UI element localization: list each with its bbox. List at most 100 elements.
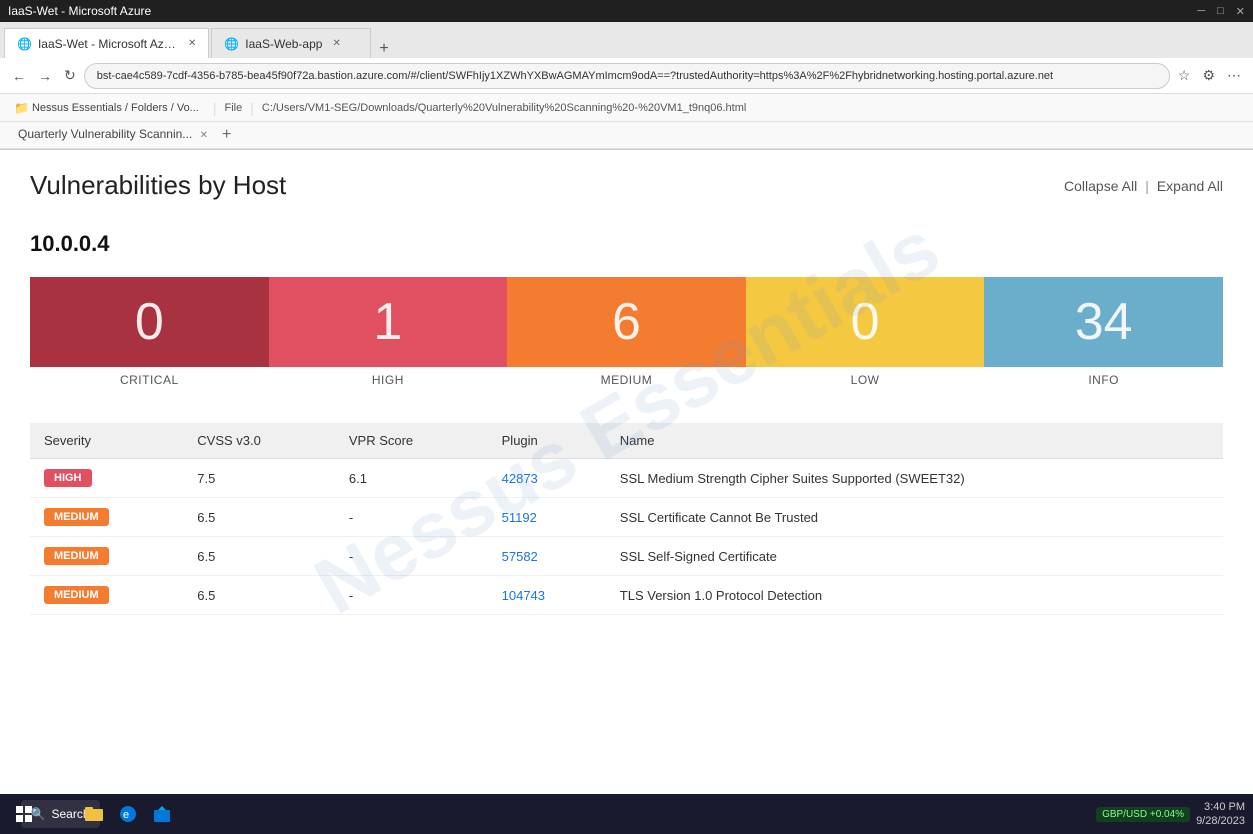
- forward-button[interactable]: →: [34, 66, 56, 86]
- cell-plugin-1[interactable]: 51192: [488, 498, 606, 537]
- address-input[interactable]: [84, 63, 1170, 89]
- info-box: 34: [984, 277, 1223, 367]
- sec-tab-label: Quarterly Vulnerability Scannin...: [18, 127, 192, 141]
- cell-name-1: SSL Certificate Cannot Be Trusted: [606, 498, 1223, 537]
- high-count: 1: [373, 292, 402, 352]
- bookmark-button[interactable]: ☆: [1174, 65, 1195, 86]
- cell-name-0: SSL Medium Strength Cipher Suites Suppor…: [606, 459, 1223, 498]
- collapse-all-button[interactable]: Collapse All: [1064, 178, 1137, 194]
- host-section: 10.0.0.4 0 CRITICAL 1 HIGH 6 MEDIUM: [30, 231, 1223, 615]
- controls-divider: |: [1145, 178, 1149, 194]
- critical-label: CRITICAL: [120, 367, 179, 393]
- high-label: HIGH: [372, 367, 404, 393]
- tab-label-inactive: IaaS-Web-app: [245, 37, 322, 51]
- cell-vpr-1: -: [335, 498, 488, 537]
- cell-cvss-0: 7.5: [183, 459, 335, 498]
- add-tab-button[interactable]: +: [222, 126, 231, 144]
- clock-time: 3:40 PM: [1196, 800, 1245, 814]
- browser-chrome: IaaS-Wet - Microsoft Azure ─ □ ✕ 🌐 IaaS-…: [0, 0, 1253, 150]
- plugin-link-3[interactable]: 104743: [502, 588, 545, 603]
- table-row: HIGH 7.5 6.1 42873 SSL Medium Strength C…: [30, 459, 1223, 498]
- plugin-link-1[interactable]: 51192: [502, 510, 537, 525]
- taskbar-store[interactable]: [146, 798, 178, 830]
- main-content: Vulnerabilities by Host Collapse All | E…: [0, 150, 1253, 665]
- tab-active[interactable]: 🌐 IaaS-Wet - Microsoft Azure ✕: [4, 28, 209, 58]
- sec-tab-close[interactable]: ✕: [200, 130, 208, 141]
- low-label: LOW: [851, 367, 880, 393]
- page-header: Vulnerabilities by Host Collapse All | E…: [30, 170, 1223, 201]
- severity-badge-3: MEDIUM: [44, 586, 109, 604]
- medium-label: MEDIUM: [601, 367, 653, 393]
- severity-badge-2: MEDIUM: [44, 547, 109, 565]
- back-button[interactable]: ←: [8, 66, 30, 86]
- taskbar-edge[interactable]: e: [112, 798, 144, 830]
- taskbar: 🔍 Search e GBP/USD +0.04% 3:40 PM 9/28/2…: [0, 794, 1253, 834]
- taskbar-search-button[interactable]: 🔍 Search: [44, 798, 76, 830]
- cell-plugin-2[interactable]: 57582: [488, 537, 606, 576]
- tab-bar: 🌐 IaaS-Wet - Microsoft Azure ✕ 🌐 IaaS-We…: [0, 22, 1253, 58]
- taskbar-file-explorer[interactable]: [78, 798, 110, 830]
- medium-box: 6: [507, 277, 746, 367]
- bookmark-nessus[interactable]: 📁 Nessus Essentials / Folders / Vo...: [8, 99, 205, 117]
- cell-vpr-3: -: [335, 576, 488, 615]
- info-label: INFO: [1088, 367, 1119, 393]
- critical-count: 0: [135, 292, 164, 352]
- table-header-row: Severity CVSS v3.0 VPR Score Plugin Name: [30, 423, 1223, 459]
- severity-badge-0: HIGH: [44, 469, 92, 487]
- col-name: Name: [606, 423, 1223, 459]
- high-box: 1: [269, 277, 508, 367]
- taskbar-right: GBP/USD +0.04% 3:40 PM 9/28/2023: [1096, 800, 1245, 829]
- stock-change: +0.04%: [1150, 809, 1184, 820]
- severity-card-medium: 6 MEDIUM: [507, 277, 746, 393]
- browser-title: IaaS-Wet - Microsoft Azure: [8, 4, 151, 18]
- plugin-link-2[interactable]: 57582: [502, 549, 538, 564]
- extensions-button[interactable]: ⚙: [1198, 65, 1219, 86]
- low-box: 0: [746, 277, 985, 367]
- sec-tab-0[interactable]: Quarterly Vulnerability Scannin... ✕: [8, 124, 218, 146]
- table-body: HIGH 7.5 6.1 42873 SSL Medium Strength C…: [30, 459, 1223, 615]
- cell-cvss-2: 6.5: [183, 537, 335, 576]
- stock-ticker: GBP/USD +0.04%: [1096, 807, 1190, 822]
- title-bar: IaaS-Wet - Microsoft Azure ─ □ ✕: [0, 0, 1253, 22]
- svg-text:e: e: [123, 809, 129, 821]
- table-row: MEDIUM 6.5 - 51192 SSL Certificate Canno…: [30, 498, 1223, 537]
- severity-card-critical: 0 CRITICAL: [30, 277, 269, 393]
- cell-severity-0: HIGH: [30, 459, 183, 498]
- info-count: 34: [1075, 292, 1133, 352]
- severity-card-high: 1 HIGH: [269, 277, 508, 393]
- cell-plugin-0[interactable]: 42873: [488, 459, 606, 498]
- tab-close-inactive[interactable]: ✕: [332, 38, 340, 49]
- vulnerability-table: Severity CVSS v3.0 VPR Score Plugin Name…: [30, 423, 1223, 615]
- file-path: C:/Users/VM1-SEG/Downloads/Quarterly%20V…: [262, 102, 746, 114]
- cell-name-2: SSL Self-Signed Certificate: [606, 537, 1223, 576]
- tab-inactive[interactable]: 🌐 IaaS-Web-app ✕: [211, 28, 371, 58]
- header-controls: Collapse All | Expand All: [1064, 178, 1223, 194]
- col-plugin: Plugin: [488, 423, 606, 459]
- col-severity: Severity: [30, 423, 183, 459]
- bookmarks-bar: 📁 Nessus Essentials / Folders / Vo... | …: [0, 94, 1253, 122]
- taskbar-clock: 3:40 PM 9/28/2023: [1196, 800, 1245, 829]
- table-row: MEDIUM 6.5 - 104743 TLS Version 1.0 Prot…: [30, 576, 1223, 615]
- table-row: MEDIUM 6.5 - 57582 SSL Self-Signed Certi…: [30, 537, 1223, 576]
- cell-severity-2: MEDIUM: [30, 537, 183, 576]
- cell-severity-1: MEDIUM: [30, 498, 183, 537]
- new-tab-button[interactable]: +: [373, 40, 394, 58]
- expand-all-button[interactable]: Expand All: [1157, 178, 1223, 194]
- severity-card-info: 34 INFO: [984, 277, 1223, 393]
- severity-badge-1: MEDIUM: [44, 508, 109, 526]
- col-cvss: CVSS v3.0: [183, 423, 335, 459]
- page-title: Vulnerabilities by Host: [30, 170, 286, 201]
- severity-card-low: 0 LOW: [746, 277, 985, 393]
- tab-close-active[interactable]: ✕: [188, 38, 196, 49]
- reload-button[interactable]: ↻: [60, 65, 80, 86]
- critical-box: 0: [30, 277, 269, 367]
- more-button[interactable]: ⋯: [1223, 65, 1245, 86]
- table-header: Severity CVSS v3.0 VPR Score Plugin Name: [30, 423, 1223, 459]
- bookmark-label: Nessus Essentials / Folders / Vo...: [32, 102, 199, 114]
- taskbar-pinned-icons: 🔍 Search e: [44, 798, 178, 830]
- cell-plugin-3[interactable]: 104743: [488, 576, 606, 615]
- clock-date: 9/28/2023: [1196, 814, 1245, 828]
- plugin-link-0[interactable]: 42873: [502, 471, 538, 486]
- medium-count: 6: [612, 292, 641, 352]
- cell-vpr-0: 6.1: [335, 459, 488, 498]
